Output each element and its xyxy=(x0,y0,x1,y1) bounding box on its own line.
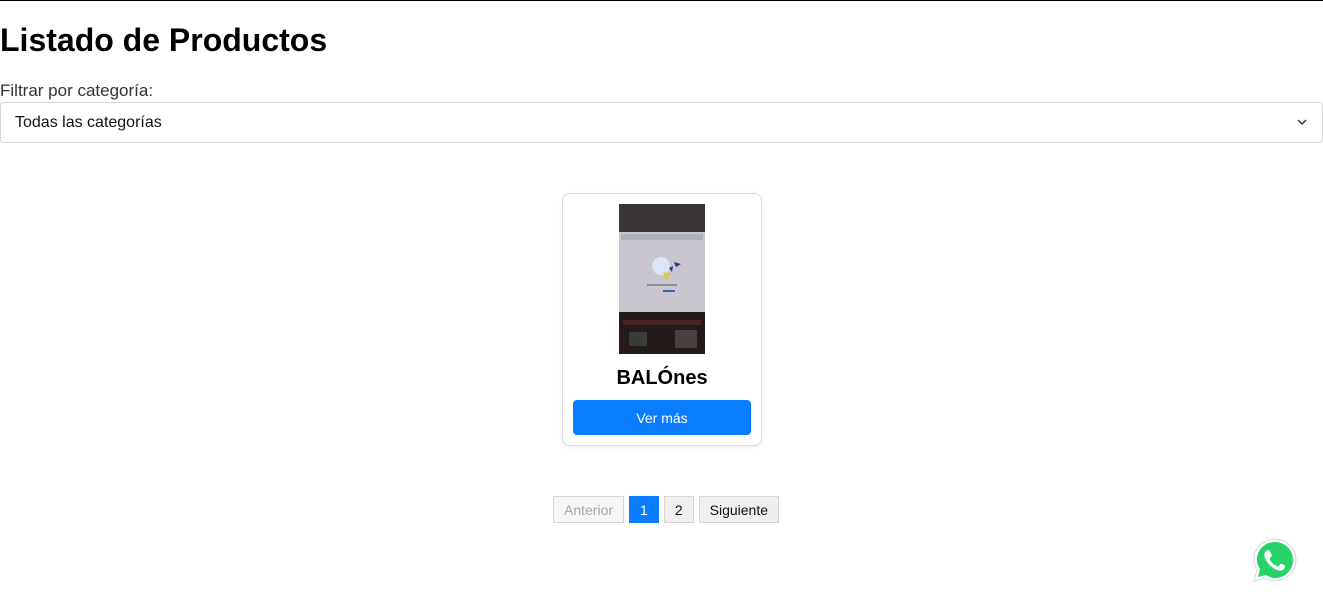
whatsapp-icon[interactable] xyxy=(1249,534,1301,586)
product-name: BALÓnes xyxy=(616,367,708,389)
category-select[interactable]: Todas las categorías xyxy=(0,102,1323,143)
pagination-prev-button[interactable]: Anterior xyxy=(553,496,625,523)
top-border xyxy=(0,0,1323,1)
page-title: Listado de Productos xyxy=(0,22,328,58)
product-image xyxy=(619,204,705,354)
pagination: Anterior 1 2 Siguiente xyxy=(553,496,780,523)
category-filter-label: Filtrar por categoría: xyxy=(0,81,154,100)
pagination-next-button[interactable]: Siguiente xyxy=(698,496,780,523)
view-more-button[interactable]: Ver más xyxy=(573,400,751,435)
pagination-page-2[interactable]: 2 xyxy=(663,496,694,523)
product-card: BALÓnes Ver más xyxy=(562,193,762,446)
pagination-page-1[interactable]: 1 xyxy=(629,496,659,523)
page: Listado de Productos Filtrar por categor… xyxy=(0,0,1323,614)
category-select-value: Todas las categorías xyxy=(15,113,162,131)
chevron-down-icon xyxy=(1296,117,1308,129)
